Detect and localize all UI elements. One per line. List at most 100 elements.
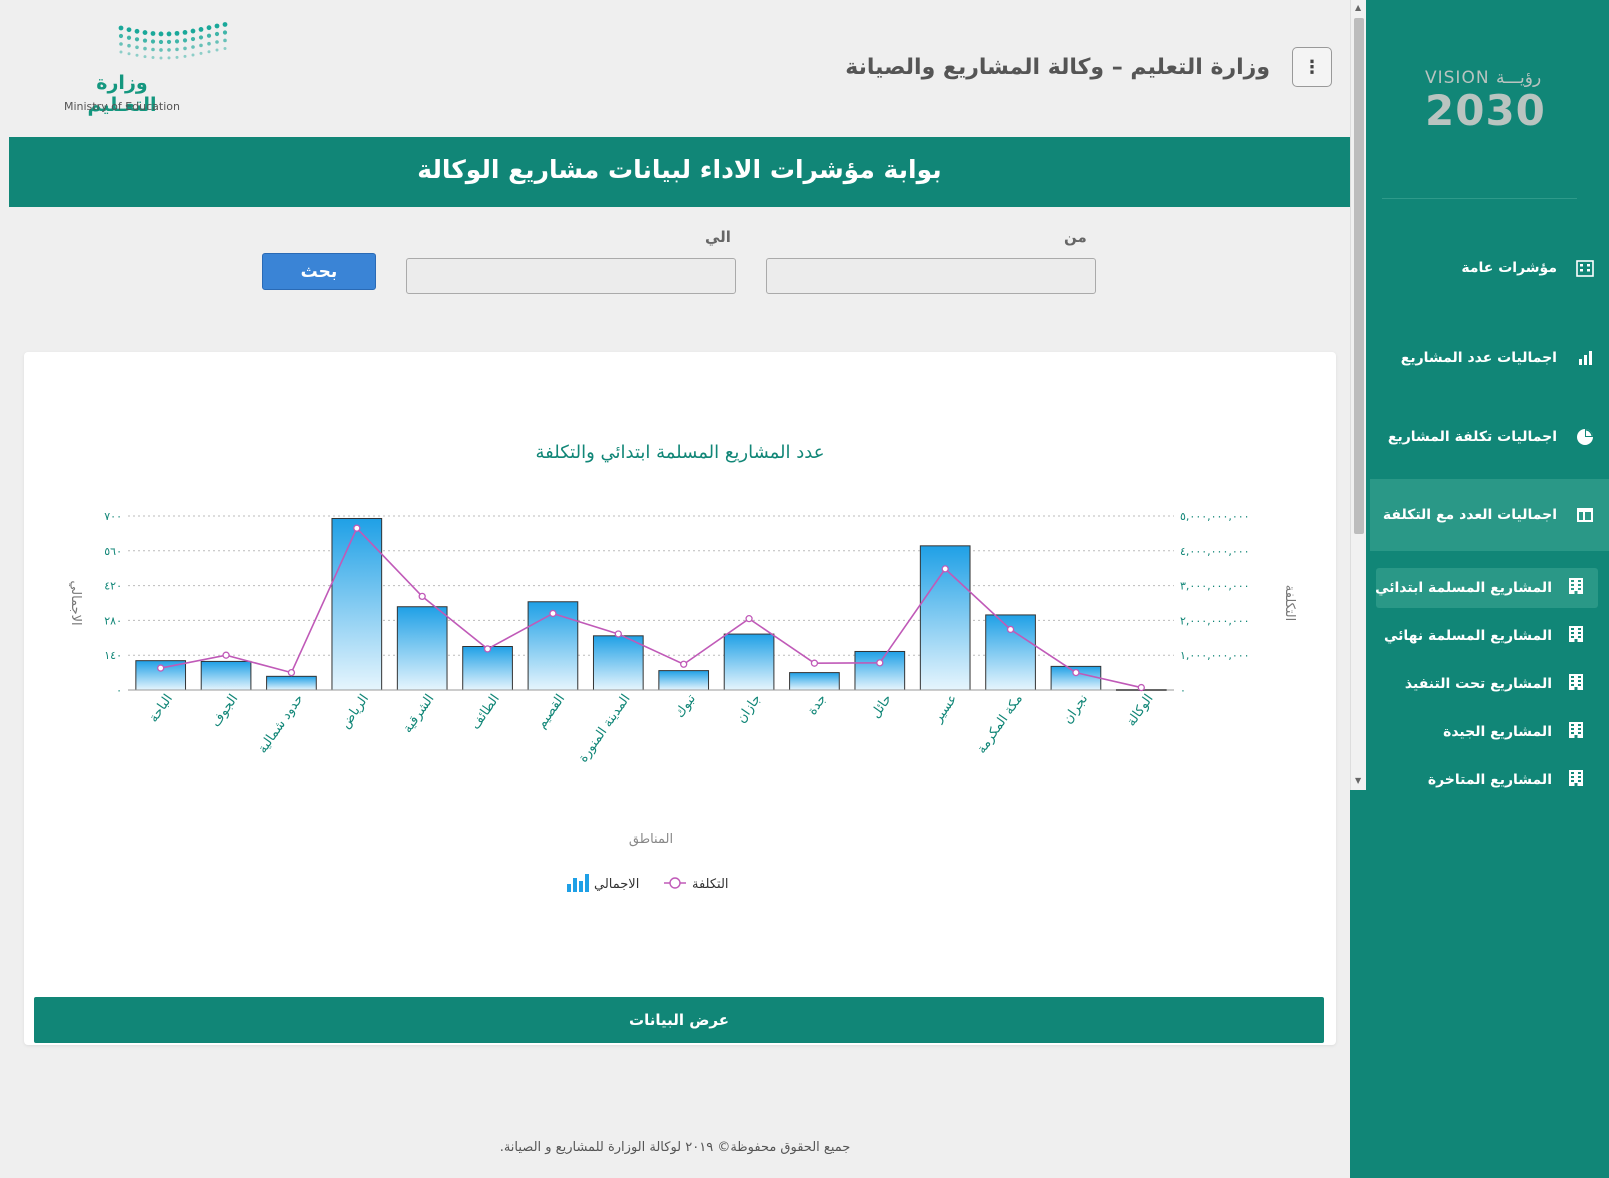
y2-tick-label: ٥,٠٠٠,٠٠٠,٠٠٠ [1180,510,1250,523]
y-tick-label: ٧٠٠ [104,510,122,523]
cost-point [1006,625,1015,634]
building-icon [1568,721,1584,743]
sidebar-item-label: اجماليات العدد مع التكلفة [1382,507,1557,523]
cost-point [483,645,492,653]
sidebar-item-label: اجماليات عدد المشاريع [1400,350,1557,366]
legend-label-cost: التكلفة [692,877,729,892]
y-tick-label: ١٤٠ [104,649,122,662]
x-tick-label: الباحة [146,692,176,726]
sidebar-item-count-with-cost[interactable]: اجماليات العدد مع التكلفة [1370,479,1609,551]
y-tick-label: ٥٦٠ [104,545,122,558]
chart-bar [200,660,252,691]
building-grid-icon [1575,258,1595,278]
chart-bar [266,675,317,691]
x-tick-label: الطائف [468,692,503,733]
search-button[interactable]: بحث [262,253,376,290]
sidebar-subitem-label: المشاريع المسلمة ابتدائي [1375,580,1552,596]
building-icon [1568,673,1584,695]
x-tick-label: جازان [734,692,764,726]
pie-chart-icon [1575,427,1595,447]
from-date-input[interactable] [766,258,1096,294]
x-tick-label: الشرقية [400,692,437,736]
chart-bar [396,606,448,691]
building-icon [1568,769,1584,791]
vertical-scrollbar[interactable]: ▲ ▼ [1350,0,1366,790]
kebab-icon: ⋮ [1303,56,1321,78]
cost-point [1072,668,1080,677]
table-icon [1575,505,1595,525]
sidebar-subitem-label: المشاريع المسلمة نهائي [1383,628,1552,644]
chart-bar [658,670,710,691]
chart-bar [462,646,513,691]
chart-bar [854,650,906,691]
building-icon [1568,625,1584,647]
x-tick-label: عسير [930,692,960,726]
sidebar-subitem-delivered-initial[interactable]: المشاريع المسلمة ابتدائي [1375,568,1598,608]
legend-label-total: الاجمالي [594,877,639,892]
vision-top-text: VISION رؤيـــة [1425,68,1542,88]
sidebar-item-label: مؤشرات عامة [1461,260,1557,276]
page-title: وزارة التعليم – وكالة المشاريع والصيانة [845,55,1270,80]
sidebar-item-project-costs[interactable]: اجماليات تكلفة المشاريع [1350,415,1609,459]
sidebar-subitem-label: المشاريع تحت التنفيذ [1404,676,1552,692]
ministry-logo: وزارة التعـليم Ministry of Education [62,22,232,122]
x-tick-label: القصيم [534,692,568,732]
scroll-down-arrow-icon[interactable]: ▼ [1355,776,1361,785]
sidebar-item-general-indicators[interactable]: مؤشرات عامة [1350,246,1609,290]
chart-svg: عدد المشاريع المسلمة ابتدائي والتكلفة ٠ ١٤… [68,442,1297,892]
cost-point [353,524,361,532]
footer-copyright: جميع الحقوق محفوظة© ٢٠١٩ لوكالة الوزارة … [499,1140,851,1155]
x-tick-label: حائل [868,692,895,721]
x-tick-label: تبوك [672,691,699,720]
cost-point [287,668,296,677]
vision-year-text: 2030 [1425,86,1546,135]
building-icon [1568,577,1584,599]
y2-tick-label: ٢,٠٠٠,٠٠٠,٠٠٠ [1180,614,1250,627]
sidebar-subitem-under-execution[interactable]: المشاريع تحت التنفيذ [1376,664,1598,704]
chart-bar [592,635,644,691]
cost-point [941,565,949,573]
sidebar: VISION رؤيـــة 2030 مؤشرات عامة اجماليات… [1350,0,1609,1178]
sidebar-item-project-counts[interactable]: اجماليات عدد المشاريع [1350,336,1609,380]
x-tick-label: الرياض [338,692,372,732]
cost-point [810,659,819,667]
cost-point [680,660,688,668]
y-axis-title: الاجمالي [68,580,83,625]
logo-dots-icon [118,22,228,60]
sidebar-divider [1382,198,1577,199]
y2-tick-label: ١,٠٠٠,٠٠٠,٠٠٠ [1180,649,1250,662]
sidebar-subitem-delivered-final[interactable]: المشاريع المسلمة نهائي [1376,616,1598,656]
x-tick-label: الجوف [208,692,241,730]
chart-card: عدد المشاريع المسلمة ابتدائي والتكلفة ٠ ١٤… [24,352,1336,1045]
kebab-menu-button[interactable]: ⋮ [1292,47,1332,87]
cost-point [745,615,753,623]
cost-point [549,609,557,618]
x-tick-label: المدينة المنورة [576,692,634,766]
cost-point [876,659,884,667]
sidebar-subitem-good-projects[interactable]: المشاريع الجيدة [1376,712,1598,752]
legend-bar-swatch [585,874,589,892]
scrollbar-thumb[interactable] [1354,18,1364,534]
vision-2030-logo: VISION رؤيـــة 2030 [1425,68,1565,138]
x-axis-title: المناطق [629,832,673,847]
sidebar-subitem-label: المشاريع المتاخرة [1427,772,1552,788]
top-header: وزارة التعـليم Ministry of Education وزا… [0,0,1350,137]
sidebar-subitem-delayed-projects[interactable]: المشاريع المتاخرة [1376,760,1598,800]
bar-chart-icon [1575,348,1595,368]
y-tick-label: ٤٢٠ [104,580,122,593]
legend-bar-swatch [579,881,583,892]
from-label: من [1064,228,1087,246]
legend-bar-swatch [567,884,571,892]
scroll-up-arrow-icon[interactable]: ▲ [1355,3,1361,12]
y2-axis-title: التكلفة [1282,585,1297,622]
cost-point [1137,683,1145,692]
cost-point [614,630,622,638]
y2-tick-label: ٣,٠٠٠,٠٠٠,٠٠٠ [1180,580,1250,593]
portal-banner: بوابة مؤشرات الاداء لبيانات مشاريع الوكا… [9,137,1350,207]
main-content: وزارة التعـليم Ministry of Education وزا… [0,0,1350,1178]
legend-bar-swatch [573,878,577,892]
sidebar-subitem-label: المشاريع الجيدة [1443,724,1552,740]
cost-point [222,651,230,659]
to-date-input[interactable] [406,258,736,294]
show-data-button[interactable]: عرض البيانات [34,997,1324,1043]
